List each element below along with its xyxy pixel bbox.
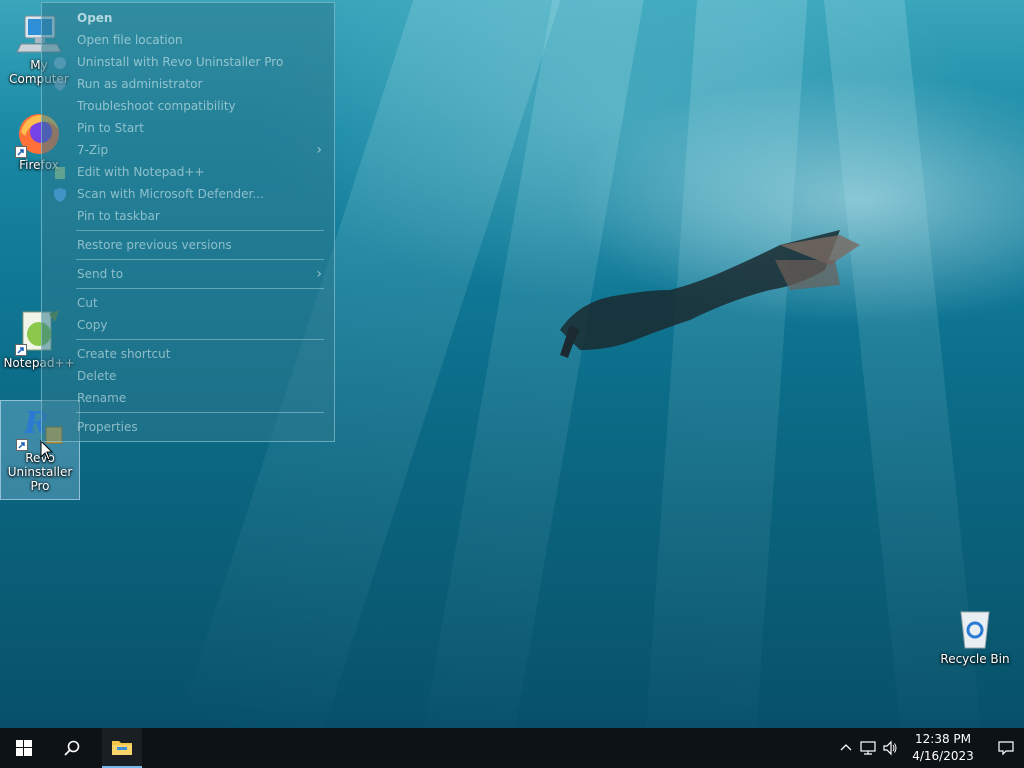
menu-separator [76,288,324,289]
chevron-up-icon[interactable] [840,742,852,754]
shortcut-arrow-icon [16,439,28,451]
menu-item-properties[interactable]: Properties [42,416,334,438]
diver-image [560,230,860,358]
desktop-icon-recycle-bin[interactable]: Recycle Bin [936,598,1014,666]
network-icon[interactable] [860,740,876,756]
volume-icon[interactable] [882,740,898,756]
menu-item-cut[interactable]: Cut [42,292,334,314]
taskbar: 12:38 PM 4/16/2023 [0,728,1024,768]
recycle-bin-icon [951,604,999,652]
defender-shield-icon [52,187,68,203]
menu-item-run-as-admin[interactable]: Run as administrator [42,73,334,95]
chevron-right-icon: › [316,142,322,158]
file-explorer-taskbar-button[interactable] [102,728,142,768]
menu-item-send-to[interactable]: Send to › [42,263,334,285]
windows-start-icon [16,740,32,756]
chevron-right-icon: › [316,266,322,282]
menu-separator [76,339,324,340]
clock[interactable]: 12:38 PM 4/16/2023 [903,731,983,765]
notification-icon[interactable] [998,740,1014,756]
mouse-cursor-icon [40,440,54,461]
menu-item-7zip[interactable]: 7-Zip › [42,139,334,161]
start-button[interactable] [0,728,48,768]
revo-icon [52,55,68,71]
context-menu: Open Open file location Uninstall with R… [41,2,335,442]
desktop-icon-label: Recycle Bin [940,652,1010,666]
menu-item-uninstall-revo[interactable]: Uninstall with Revo Uninstaller Pro [42,51,334,73]
notepadpp-icon [52,165,68,181]
menu-item-open[interactable]: Open [42,7,334,29]
system-tray: 12:38 PM 4/16/2023 [824,728,1024,768]
search-icon [64,740,80,756]
menu-item-troubleshoot-compatibility[interactable]: Troubleshoot compatibility [42,95,334,117]
shield-admin-icon [52,77,68,93]
clock-date: 4/16/2023 [912,749,974,763]
shortcut-arrow-icon [15,146,27,158]
search-button[interactable] [48,728,96,768]
menu-separator [76,259,324,260]
menu-item-edit-notepadpp[interactable]: Edit with Notepad++ [42,161,334,183]
menu-item-rename[interactable]: Rename [42,387,334,409]
menu-separator [76,230,324,231]
menu-separator [76,412,324,413]
desktop-icon-label-line: Pro [30,479,50,493]
menu-item-delete[interactable]: Delete [42,365,334,387]
shortcut-arrow-icon [15,344,27,356]
menu-item-create-shortcut[interactable]: Create shortcut [42,343,334,365]
desktop-icon-label-line: Uninstaller [7,465,73,479]
menu-item-restore-previous-versions[interactable]: Restore previous versions [42,234,334,256]
menu-item-open-file-location[interactable]: Open file location [42,29,334,51]
menu-item-pin-to-start[interactable]: Pin to Start [42,117,334,139]
clock-time: 12:38 PM [915,732,971,746]
menu-item-scan-defender[interactable]: Scan with Microsoft Defender... [42,183,334,205]
file-explorer-icon [112,741,132,755]
menu-item-pin-to-taskbar[interactable]: Pin to taskbar [42,205,334,227]
menu-item-copy[interactable]: Copy [42,314,334,336]
